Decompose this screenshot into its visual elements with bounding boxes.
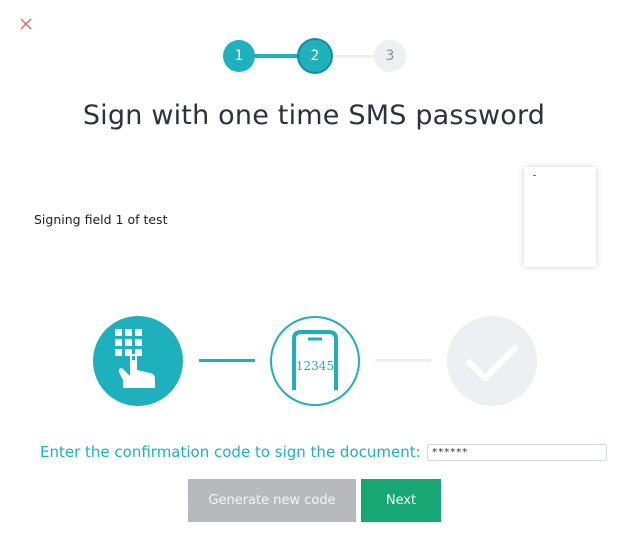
keypad-hand-icon (115, 329, 155, 388)
document-mark (533, 175, 536, 176)
step-1: 1 (223, 40, 255, 72)
confirmation-code-input[interactable] (426, 443, 607, 461)
phone-step-circle: 12345 (270, 316, 360, 406)
page-title: Sign with one time SMS password (82, 100, 546, 131)
done-step-circle (447, 316, 537, 406)
checkmark-icon (466, 345, 518, 381)
signing-field-label: Signing field 1 of test (34, 212, 168, 227)
process-connector-inactive (375, 359, 431, 362)
step-2: 2 (299, 40, 331, 72)
phone-sms-code-icon: 12345 (292, 330, 338, 390)
confirmation-prompt: Enter the confirmation code to sign the … (40, 443, 421, 461)
document-thumbnail[interactable] (524, 167, 596, 267)
step-3: 3 (374, 40, 406, 72)
stepper-line-upcoming (330, 55, 376, 58)
keypad-step-circle (93, 316, 183, 406)
confirmation-code-row: Enter the confirmation code to sign the … (40, 443, 607, 461)
next-button[interactable]: Next (361, 479, 441, 522)
progress-stepper: 1 2 3 (0, 0, 628, 80)
process-connector-active (199, 359, 255, 362)
generate-new-code-button[interactable]: Generate new code (188, 479, 356, 522)
stepper-line-completed (254, 54, 300, 58)
phone-code-text: 12345 (296, 359, 334, 373)
